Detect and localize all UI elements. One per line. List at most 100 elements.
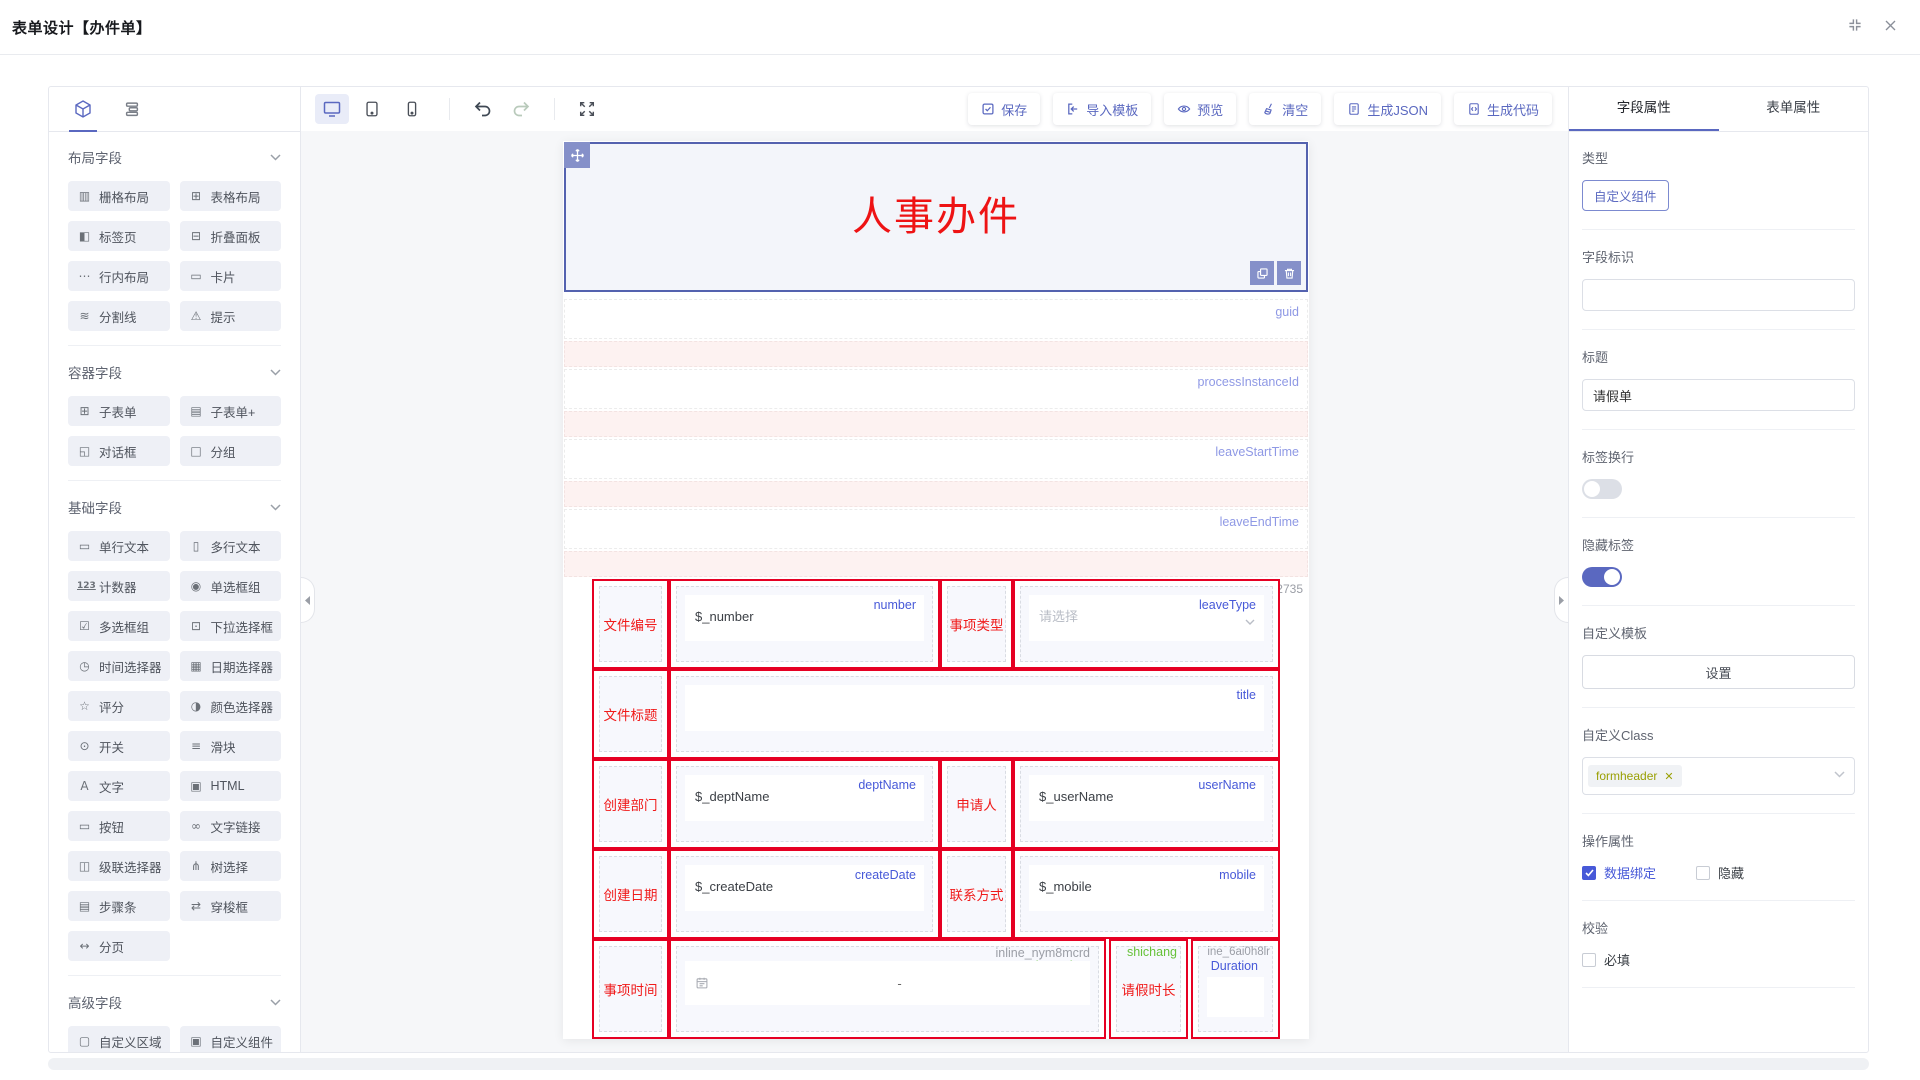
field-badge: deptName (858, 778, 916, 792)
palette-item-text-link[interactable]: ∞文字链接 (180, 811, 282, 841)
input-cell-mobile[interactable]: $_mobilemobile (1013, 849, 1280, 939)
palette-item-counter[interactable]: 123计数器 (68, 571, 170, 601)
generate-code-button[interactable]: 生成代码 (1454, 93, 1552, 125)
palette-item-steps[interactable]: ▤步骤条 (68, 891, 170, 921)
save-button[interactable]: 保存 (968, 93, 1040, 125)
select-cell-leave-type[interactable]: 请选择leaveType (1013, 579, 1280, 669)
hidden-field-leave-start-time[interactable]: leaveStartTime (564, 439, 1308, 507)
form-header-component[interactable]: 人事办件 (564, 142, 1308, 292)
input-cell-applicant[interactable]: $_userNameuserName (1013, 759, 1280, 849)
palette-item-single-line-text[interactable]: ▭单行文本 (68, 531, 170, 561)
table-row: 创建部门 $_deptNamedeptName 申请人 $_userNameus… (592, 759, 1280, 849)
palette-item-custom-area[interactable]: ▢自定义区域 (68, 1026, 170, 1052)
custom-area-icon: ▢ (77, 1034, 92, 1048)
palette-item-collapse-panel[interactable]: ⊟折叠面板 (180, 221, 282, 251)
hide-checkbox[interactable]: 隐藏 (1696, 863, 1744, 882)
input-cell-dept[interactable]: $_deptNamedeptName (669, 759, 940, 849)
date-range-cell[interactable]: inline_nym8mcrd leavedate - (669, 939, 1106, 1039)
label-wrap-label: 标签换行 (1582, 447, 1855, 466)
collapse-left-panel-handle[interactable] (301, 577, 315, 623)
copy-component-icon[interactable] (1250, 261, 1274, 285)
tab-outline-icon[interactable] (123, 87, 141, 131)
generate-json-button[interactable]: 生成JSON (1334, 93, 1441, 125)
preview-button[interactable]: 预览 (1164, 93, 1236, 125)
fullscreen-icon[interactable] (578, 100, 596, 118)
tab-form-properties[interactable]: 表单属性 (1719, 87, 1869, 131)
palette-item-rate[interactable]: ☆评分 (68, 691, 170, 721)
palette-item-radio-group[interactable]: ◉单选框组 (180, 571, 282, 601)
collapse-right-panel-handle[interactable] (1554, 577, 1568, 623)
chevron-down-icon (270, 504, 281, 511)
palette-item-card[interactable]: ▭卡片 (180, 261, 282, 291)
device-tablet-button[interactable] (355, 94, 389, 124)
palette-item-checkbox-group[interactable]: ☑多选框组 (68, 611, 170, 641)
input-cell-number[interactable]: $_numbernumber (669, 579, 940, 669)
palette-item-grid-layout[interactable]: ▥栅格布局 (68, 181, 170, 211)
tab-field-properties[interactable]: 字段属性 (1569, 87, 1719, 131)
title-input[interactable] (1582, 379, 1855, 411)
delete-component-icon[interactable] (1277, 261, 1301, 285)
field-id-input[interactable] (1582, 279, 1855, 311)
section-type: 类型 自定义组件 (1582, 131, 1855, 230)
palette-item-slider[interactable]: ≡滑块 (180, 731, 282, 761)
data-binding-checkbox[interactable]: 数据绑定 (1582, 863, 1656, 882)
validation-label: 校验 (1582, 918, 1855, 937)
hidden-field-process-instance-id[interactable]: processInstanceId (564, 369, 1308, 437)
palette-item-select[interactable]: ⊡下拉选择框 (180, 611, 282, 641)
palette-item-text[interactable]: A文字 (68, 771, 170, 801)
undo-icon[interactable] (473, 99, 493, 119)
palette-item-date-picker[interactable]: ▦日期选择器 (180, 651, 282, 681)
palette-item-color-picker[interactable]: ◑颜色选择器 (180, 691, 282, 721)
palette-section-header[interactable]: 容器字段 (68, 362, 281, 382)
field-badge: createDate (855, 868, 916, 882)
palette-item-transfer[interactable]: ⇄穿梭框 (180, 891, 282, 921)
palette-item-tree-select[interactable]: ⋔树选择 (180, 851, 282, 881)
palette-item-custom-component[interactable]: ▣自定义组件 (180, 1026, 282, 1052)
palette-item-multi-line-text[interactable]: ▯多行文本 (180, 531, 282, 561)
tab-components-cube-icon[interactable] (73, 87, 93, 131)
palette-item-subform[interactable]: ⊞子表单 (68, 396, 170, 426)
palette-item-alert[interactable]: ⚠提示 (180, 301, 282, 331)
hidden-field-guid[interactable]: guid (564, 299, 1308, 367)
device-mobile-button[interactable] (395, 94, 429, 124)
palette-item-switch[interactable]: ⊙开关 (68, 731, 170, 761)
generate-code-label: 生成代码 (1487, 100, 1539, 119)
required-checkbox[interactable]: 必填 (1582, 950, 1855, 969)
palette-item-table-layout[interactable]: ⊞表格布局 (180, 181, 282, 211)
custom-class-select[interactable]: formheader ✕ (1582, 757, 1855, 795)
palette-item-time-picker[interactable]: ◷时间选择器 (68, 651, 170, 681)
horizontal-scrollbar[interactable] (48, 1058, 1869, 1070)
palette-section-header[interactable]: 布局字段 (68, 147, 281, 167)
template-setting-button[interactable]: 设置 (1582, 655, 1855, 689)
drag-handle-icon[interactable] (564, 142, 590, 168)
palette-item-group[interactable]: □分组 (180, 436, 282, 466)
clear-button[interactable]: 清空 (1249, 93, 1321, 125)
tag-remove-icon[interactable]: ✕ (1664, 770, 1673, 783)
palette-item-dialog[interactable]: ◱对话框 (68, 436, 170, 466)
import-template-button[interactable]: 导入模板 (1053, 93, 1151, 125)
palette-section-header[interactable]: 基础字段 (68, 497, 281, 517)
fullscreen-exit-icon[interactable] (1847, 17, 1863, 33)
palette-item-tabs[interactable]: ◧标签页 (68, 221, 170, 251)
label-cell-create-date: 创建日期 (592, 849, 669, 939)
palette-item-subform-plus[interactable]: ▤子表单+ (180, 396, 282, 426)
input-cell-title[interactable]: title (669, 669, 1280, 759)
redo-icon[interactable] (511, 99, 531, 119)
palette-item-divider[interactable]: ≋分割线 (68, 301, 170, 331)
input-cell-create-date[interactable]: $_createDatecreateDate (669, 849, 940, 939)
close-icon[interactable] (1883, 18, 1898, 33)
chevron-down-icon (270, 369, 281, 376)
input-cell-duration[interactable]: ine_6ai0h8lr Duration (1191, 939, 1280, 1039)
label-wrap-toggle[interactable] (1582, 479, 1622, 499)
palette-item-html[interactable]: ▣HTML (180, 771, 282, 801)
design-canvas[interactable]: 人事办件 guid processInstanceId (301, 131, 1568, 1052)
palette-item-inline-layout[interactable]: ⋯行内布局 (68, 261, 170, 291)
hidden-field-leave-end-time[interactable]: leaveEndTime (564, 509, 1308, 577)
type-tag[interactable]: 自定义组件 (1582, 180, 1669, 211)
hide-label-toggle[interactable] (1582, 567, 1622, 587)
palette-item-button[interactable]: ▭按钮 (68, 811, 170, 841)
palette-section-header[interactable]: 高级字段 (68, 992, 281, 1012)
palette-item-pagination[interactable]: ↔分页 (68, 931, 170, 961)
palette-item-cascader[interactable]: ◫级联选择器 (68, 851, 170, 881)
device-desktop-button[interactable] (315, 94, 349, 124)
